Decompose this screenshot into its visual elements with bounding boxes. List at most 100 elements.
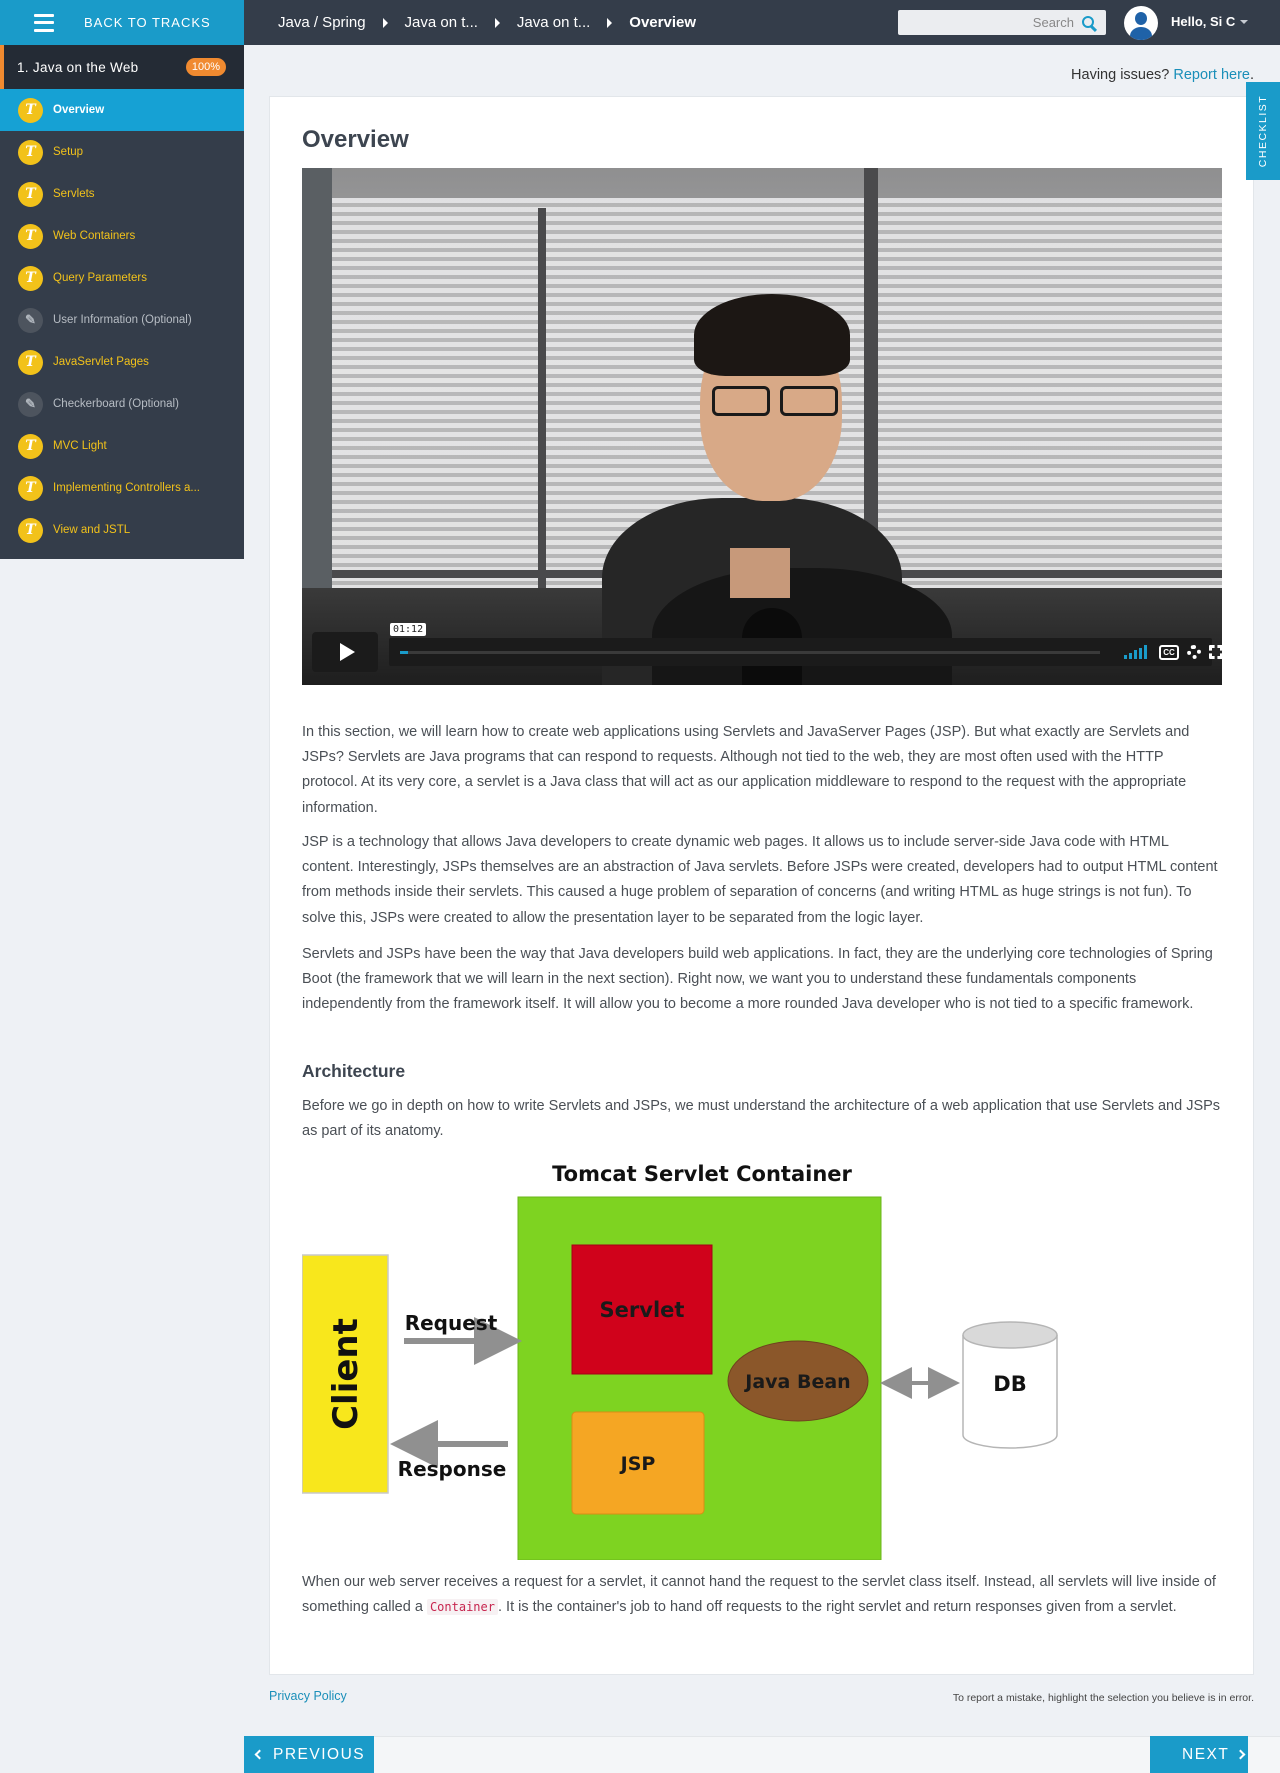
sidebar-item-servlets[interactable]: T Servlets	[0, 173, 244, 215]
db-label: DB	[993, 1372, 1026, 1396]
sidebar-item-label: Overview	[53, 104, 105, 116]
sidebar-item-overview[interactable]: T Overview	[0, 89, 244, 131]
previous-label: PREVIOUS	[273, 1745, 366, 1763]
container-code: Container	[426, 1599, 498, 1616]
breadcrumb-item-track[interactable]: Java / Spring	[278, 14, 366, 31]
lesson-t-icon: T	[18, 349, 43, 375]
search-box	[898, 10, 1106, 35]
video-progress-bar[interactable]	[400, 651, 1100, 654]
sidebar-item-javaservlet-pages[interactable]: T JavaServlet Pages	[0, 341, 244, 383]
video-timecode: 01:12	[390, 623, 427, 636]
sidebar-item-web-containers[interactable]: T Web Containers	[0, 215, 244, 257]
sidebar-item-label: Servlets	[53, 188, 95, 200]
architecture-intro: Before we go in depth on how to write Se…	[302, 1098, 1221, 1140]
closed-captions-icon[interactable]: CC	[1159, 645, 1179, 660]
previous-button[interactable]: PREVIOUS	[244, 1736, 374, 1773]
avatar[interactable]	[1124, 6, 1158, 40]
sidebar-item-label: Setup	[53, 146, 84, 158]
video-presenter	[700, 386, 850, 416]
video-controls: CC 01:12	[312, 623, 1212, 672]
architecture-diagram: Tomcat Servlet Container Servlet JSP Jav…	[302, 1162, 1058, 1560]
sidebar-item-setup[interactable]: T Setup	[0, 131, 244, 173]
hamburger-menu-icon[interactable]	[34, 13, 54, 33]
closing-text: . It is the container's job to hand off …	[497, 1599, 1177, 1616]
search-icon[interactable]	[1082, 15, 1096, 30]
breadcrumb-separator-icon	[607, 17, 613, 28]
sidebar-item-label: View and JSTL	[53, 524, 131, 536]
breadcrumb-item-chapter[interactable]: Java on t...	[517, 14, 590, 31]
sidebar-item-query-parameters[interactable]: T Query Parameters	[0, 257, 244, 299]
client-label: Client	[326, 1318, 366, 1430]
volume-icon[interactable]	[1124, 645, 1148, 659]
next-button[interactable]: NEXT	[1150, 1736, 1248, 1773]
issues-notice: Having issues? Report here.	[1071, 67, 1254, 83]
breadcrumb: Java / Spring Java on t... Java on t... …	[278, 0, 696, 45]
chevron-down-icon[interactable]	[1240, 20, 1248, 24]
java-bean-label: Java Bean	[743, 1371, 850, 1393]
lesson-t-icon: T	[18, 433, 43, 459]
sidebar-item-label: MVC Light	[53, 440, 107, 452]
architecture-heading: Architecture	[302, 1061, 406, 1081]
video-presenter	[694, 294, 850, 376]
video-presenter	[730, 548, 790, 598]
sidebar-item-label: JavaServlet Pages	[53, 356, 149, 368]
lesson-t-icon: T	[18, 223, 43, 249]
top-navbar: BACK TO TRACKS Java / Spring Java on t..…	[0, 0, 1280, 45]
chapter-header[interactable]: 1. Java on the Web 100%	[0, 45, 244, 89]
body-paragraph: In this section, we will learn how to cr…	[302, 724, 1190, 816]
sidebar-item-label: Implementing Controllers a...	[53, 482, 201, 494]
video-progress-fill	[400, 651, 409, 654]
diagram-title: Tomcat Servlet Container	[552, 1162, 852, 1186]
checklist-tab[interactable]: CHECKLIST	[1246, 82, 1280, 180]
privacy-policy-link[interactable]: Privacy Policy	[269, 1689, 347, 1703]
next-label: NEXT	[1182, 1745, 1230, 1763]
breadcrumb-separator-icon	[494, 17, 500, 28]
sidebar-item-label: Checkerboard (Optional)	[53, 398, 179, 410]
report-mistake-note: To report a mistake, highlight the selec…	[952, 1692, 1254, 1704]
lesson-t-icon: T	[18, 265, 43, 291]
video-window-frame	[538, 208, 546, 628]
issues-period: .	[1249, 67, 1254, 83]
sidebar-item-user-information[interactable]: ✎ User Information (Optional)	[0, 299, 244, 341]
servlet-label: Servlet	[600, 1298, 685, 1322]
search-input[interactable]	[924, 15, 1074, 30]
breadcrumb-item-current: Overview	[629, 14, 697, 31]
fullscreen-icon[interactable]	[1209, 645, 1222, 659]
lesson-t-icon: T	[18, 97, 43, 123]
response-label: Response	[398, 1457, 507, 1481]
page-title: Overview	[302, 126, 409, 153]
sidebar-item-view-and-jstl[interactable]: T View and JSTL	[0, 509, 244, 551]
back-to-tracks-link[interactable]: BACK TO TRACKS	[84, 15, 211, 30]
body-paragraph: JSP is a technology that allows Java dev…	[302, 834, 1218, 926]
issues-text: Having issues?	[1071, 67, 1170, 83]
sidebar-item-label: Query Parameters	[53, 272, 147, 284]
sidebar-item-mvc-light[interactable]: T MVC Light	[0, 425, 244, 467]
chapter-title: 1. Java on the Web	[17, 59, 139, 75]
user-greeting[interactable]: Hello, Si C	[1171, 14, 1235, 29]
sidebar-item-implementing-controllers[interactable]: T Implementing Controllers a...	[0, 467, 244, 509]
checklist-label: CHECKLIST	[1257, 94, 1269, 168]
bottom-nav-bar	[244, 1736, 1280, 1773]
db-cylinder-top	[962, 1321, 1058, 1349]
video-player[interactable]: CC 01:12	[302, 168, 1222, 685]
lesson-t-icon: T	[18, 517, 43, 543]
chevron-left-icon	[254, 1749, 265, 1760]
sidebar-item-label: Web Containers	[53, 230, 136, 242]
lesson-sidebar: 1. Java on the Web 100% T Overview T Set…	[0, 45, 244, 559]
report-here-link[interactable]: Report here	[1173, 67, 1250, 83]
gear-icon[interactable]	[1187, 645, 1201, 659]
lesson-t-icon: T	[18, 181, 43, 207]
back-to-tracks-block: BACK TO TRACKS	[0, 0, 244, 45]
play-button[interactable]	[312, 632, 378, 672]
breadcrumb-separator-icon	[382, 17, 388, 28]
video-control-bar: CC	[389, 638, 1212, 666]
lesson-t-icon: T	[18, 139, 43, 165]
closing-paragraph: When our web server receives a request f…	[302, 1570, 1222, 1620]
lesson-t-icon: T	[18, 475, 43, 501]
sidebar-item-checkerboard[interactable]: ✎ Checkerboard (Optional)	[0, 383, 244, 425]
body-paragraph: Servlets and JSPs have been the way that…	[302, 946, 1213, 1013]
chevron-right-icon	[1235, 1749, 1246, 1760]
progress-badge: 100%	[185, 58, 226, 76]
sidebar-item-label: User Information (Optional)	[53, 314, 192, 326]
breadcrumb-item-course[interactable]: Java on t...	[405, 14, 478, 31]
